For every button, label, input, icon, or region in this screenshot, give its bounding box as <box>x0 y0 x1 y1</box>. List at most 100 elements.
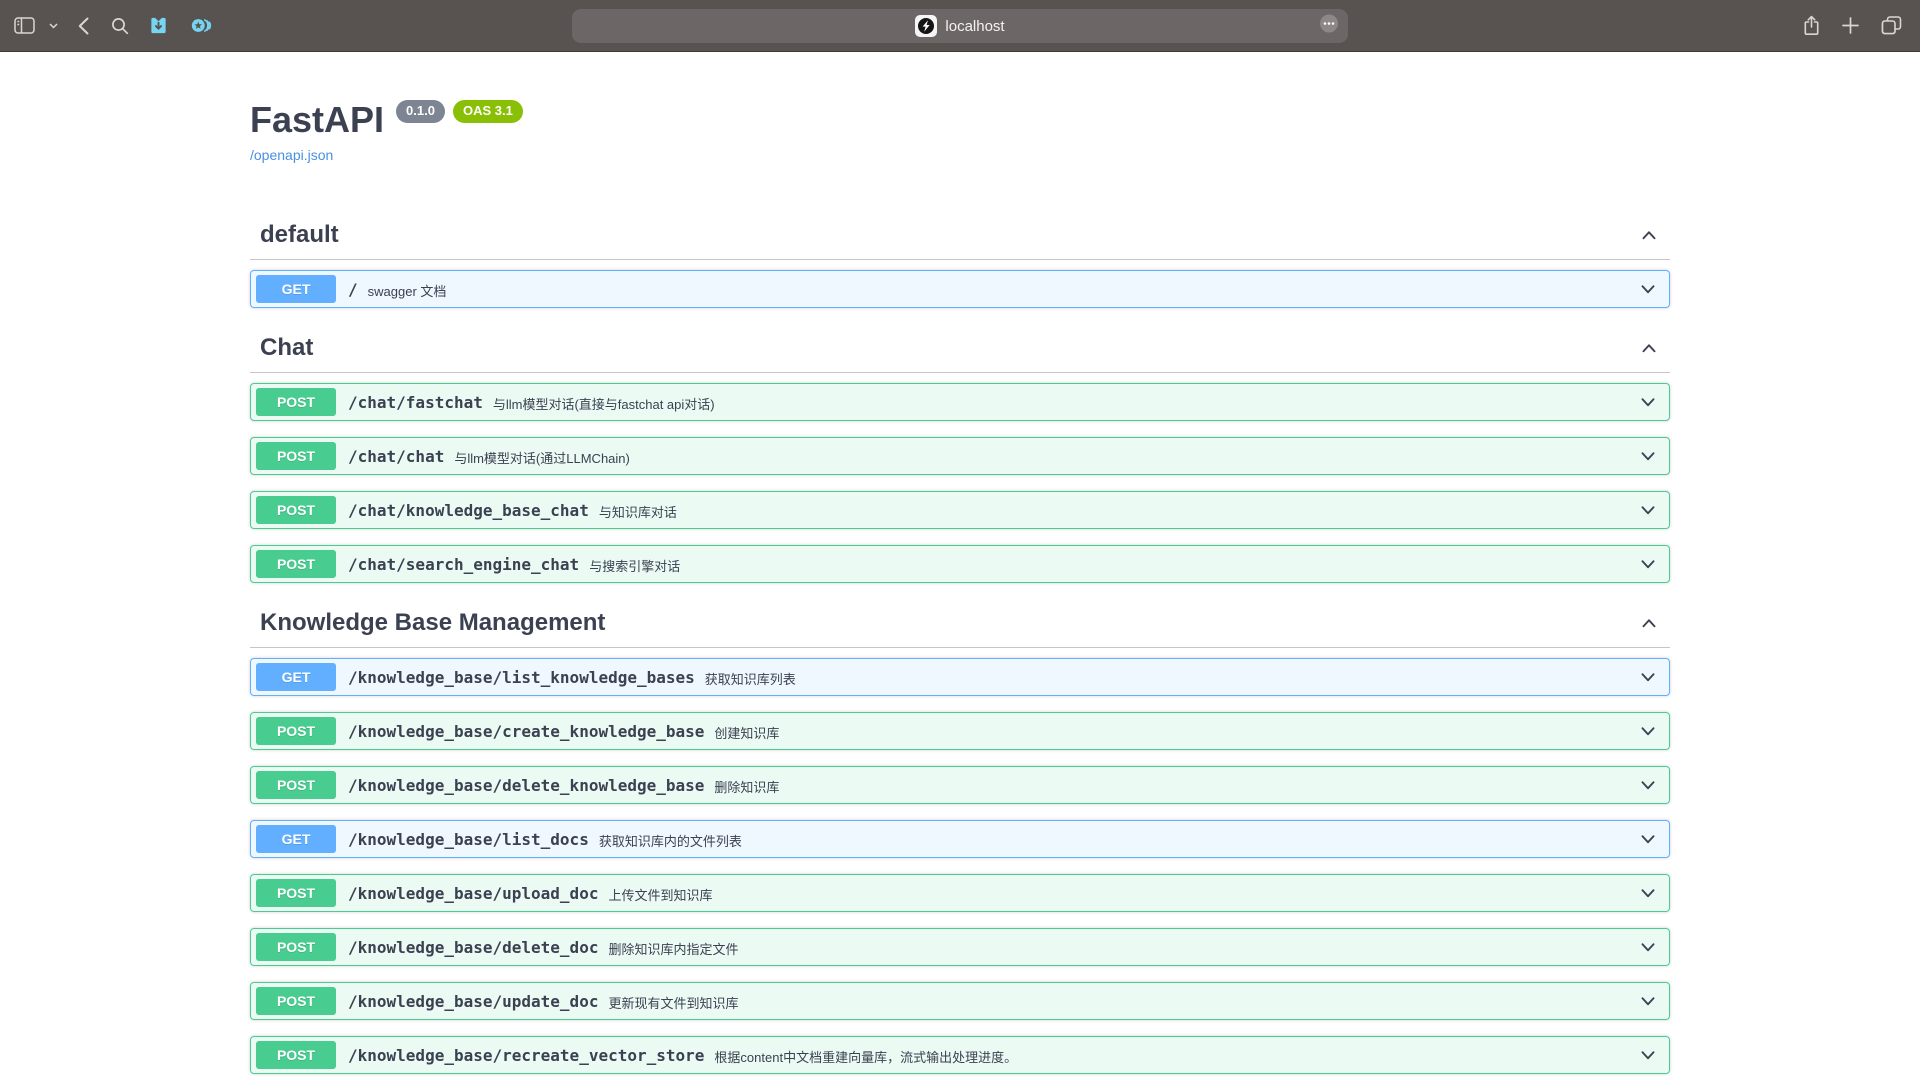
chevron-down-icon[interactable] <box>1637 828 1659 850</box>
operation-path: /chat/chat <box>348 447 444 466</box>
section-header[interactable]: Knowledge Base Management <box>250 599 1670 648</box>
chevron-up-icon[interactable] <box>1638 337 1660 359</box>
operation-summary: 获取知识库内的文件列表 <box>599 829 1637 850</box>
chevron-down-icon[interactable] <box>1637 666 1659 688</box>
browser-toolbar: localhost <box>0 0 1920 52</box>
share-icon[interactable] <box>1803 15 1820 36</box>
method-badge: POST <box>256 1041 336 1069</box>
operation-path: /knowledge_base/delete_knowledge_base <box>348 776 704 795</box>
api-section: default GET / swagger 文档 <box>250 211 1670 308</box>
section-title: Knowledge Base Management <box>260 609 1638 637</box>
operation-row[interactable]: POST /knowledge_base/create_knowledge_ba… <box>250 712 1670 750</box>
operation-row[interactable]: POST /knowledge_base/delete_knowledge_ba… <box>250 766 1670 804</box>
sidebar-toggle-icon[interactable] <box>14 17 35 34</box>
chevron-down-icon[interactable] <box>1637 553 1659 575</box>
openapi-spec-link[interactable]: /openapi.json <box>250 147 333 163</box>
extension-downloader-icon[interactable] <box>149 16 168 35</box>
section-operations: GET / swagger 文档 <box>250 260 1670 308</box>
section-operations: POST /chat/fastchat 与llm模型对话(直接与fastchat… <box>250 373 1670 583</box>
operation-path: /knowledge_base/list_knowledge_bases <box>348 668 695 687</box>
method-badge: GET <box>256 275 336 303</box>
api-sections: default GET / swagger 文档 Chat POST /chat… <box>250 211 1670 1074</box>
chevron-down-icon[interactable] <box>1637 720 1659 742</box>
operation-row[interactable]: POST /knowledge_base/update_doc 更新现有文件到知… <box>250 982 1670 1020</box>
operation-summary: 与llm模型对话(通过LLMChain) <box>454 446 1637 467</box>
operation-summary: 与知识库对话 <box>599 500 1637 521</box>
operation-row[interactable]: POST /knowledge_base/recreate_vector_sto… <box>250 1036 1670 1074</box>
operation-summary: 获取知识库列表 <box>705 667 1637 688</box>
section-header[interactable]: Chat <box>250 324 1670 373</box>
operation-summary: 创建知识库 <box>714 721 1637 742</box>
chevron-down-icon[interactable] <box>1637 499 1659 521</box>
operation-path: /chat/fastchat <box>348 393 483 412</box>
section-title: Chat <box>260 334 1638 362</box>
operation-row[interactable]: GET /knowledge_base/list_docs 获取知识库内的文件列… <box>250 820 1670 858</box>
address-bar[interactable]: localhost <box>572 9 1348 43</box>
extension-circles-star-icon[interactable] <box>190 16 212 35</box>
chevron-down-icon[interactable] <box>1637 936 1659 958</box>
operation-row[interactable]: GET /knowledge_base/list_knowledge_bases… <box>250 658 1670 696</box>
operation-summary: 根据content中文档重建向量库，流式输出处理进度。 <box>714 1045 1637 1066</box>
operation-row[interactable]: POST /chat/fastchat 与llm模型对话(直接与fastchat… <box>250 383 1670 421</box>
address-url: localhost <box>945 18 1004 35</box>
operation-summary: 删除知识库 <box>714 775 1637 796</box>
operation-row[interactable]: POST /chat/knowledge_base_chat 与知识库对话 <box>250 491 1670 529</box>
method-badge: POST <box>256 987 336 1015</box>
operation-path: /chat/search_engine_chat <box>348 555 579 574</box>
operation-summary: 更新现有文件到知识库 <box>608 991 1637 1012</box>
section-title: default <box>260 221 1638 249</box>
chevron-down-icon[interactable] <box>1637 990 1659 1012</box>
api-title: FastAPI <box>250 98 384 141</box>
operation-row[interactable]: GET / swagger 文档 <box>250 270 1670 308</box>
back-icon[interactable] <box>78 17 89 35</box>
operation-row[interactable]: POST /knowledge_base/upload_doc 上传文件到知识库 <box>250 874 1670 912</box>
oas-badge: OAS 3.1 <box>453 100 523 123</box>
operation-summary: 删除知识库内指定文件 <box>608 937 1637 958</box>
method-badge: POST <box>256 933 336 961</box>
method-badge: POST <box>256 771 336 799</box>
version-badge: 0.1.0 <box>396 100 445 123</box>
site-favicon-icon <box>915 15 937 37</box>
operation-path: /knowledge_base/upload_doc <box>348 884 598 903</box>
operation-path: / <box>348 280 358 299</box>
chevron-down-icon[interactable] <box>49 23 58 29</box>
chevron-down-icon[interactable] <box>1637 774 1659 796</box>
swagger-page: FastAPI 0.1.0 OAS 3.1 /openapi.json defa… <box>0 52 1920 1079</box>
chevron-up-icon[interactable] <box>1638 224 1660 246</box>
chevron-down-icon[interactable] <box>1637 391 1659 413</box>
method-badge: POST <box>256 442 336 470</box>
operation-summary: 与llm模型对话(直接与fastchat api对话) <box>493 392 1637 413</box>
api-info: FastAPI 0.1.0 OAS 3.1 /openapi.json <box>250 98 1670 165</box>
operation-row[interactable]: POST /knowledge_base/delete_doc 删除知识库内指定… <box>250 928 1670 966</box>
method-badge: POST <box>256 550 336 578</box>
section-operations: GET /knowledge_base/list_knowledge_bases… <box>250 648 1670 1074</box>
method-badge: GET <box>256 663 336 691</box>
chevron-down-icon[interactable] <box>1637 278 1659 300</box>
chevron-down-icon[interactable] <box>1637 445 1659 467</box>
method-badge: POST <box>256 717 336 745</box>
operation-path: /knowledge_base/update_doc <box>348 992 598 1011</box>
new-tab-icon[interactable] <box>1842 17 1859 34</box>
search-icon[interactable] <box>111 17 129 35</box>
operation-summary: 上传文件到知识库 <box>608 883 1637 904</box>
tab-overview-icon[interactable] <box>1881 16 1902 35</box>
method-badge: GET <box>256 825 336 853</box>
operation-path: /knowledge_base/recreate_vector_store <box>348 1046 704 1065</box>
chevron-down-icon[interactable] <box>1637 882 1659 904</box>
operation-path: /knowledge_base/create_knowledge_base <box>348 722 704 741</box>
method-badge: POST <box>256 496 336 524</box>
operation-path: /chat/knowledge_base_chat <box>348 501 589 520</box>
chevron-down-icon[interactable] <box>1637 1044 1659 1066</box>
method-badge: POST <box>256 879 336 907</box>
operation-summary: swagger 文档 <box>368 279 1637 300</box>
operation-path: /knowledge_base/list_docs <box>348 830 589 849</box>
operation-row[interactable]: POST /chat/chat 与llm模型对话(通过LLMChain) <box>250 437 1670 475</box>
operation-summary: 与搜索引擎对话 <box>589 554 1637 575</box>
api-section: Knowledge Base Management GET /knowledge… <box>250 599 1670 1074</box>
ellipsis-icon[interactable] <box>1319 14 1339 39</box>
section-header[interactable]: default <box>250 211 1670 260</box>
api-section: Chat POST /chat/fastchat 与llm模型对话(直接与fas… <box>250 324 1670 583</box>
operation-row[interactable]: POST /chat/search_engine_chat 与搜索引擎对话 <box>250 545 1670 583</box>
page-title: FastAPI 0.1.0 OAS 3.1 <box>250 98 523 141</box>
chevron-up-icon[interactable] <box>1638 612 1660 634</box>
